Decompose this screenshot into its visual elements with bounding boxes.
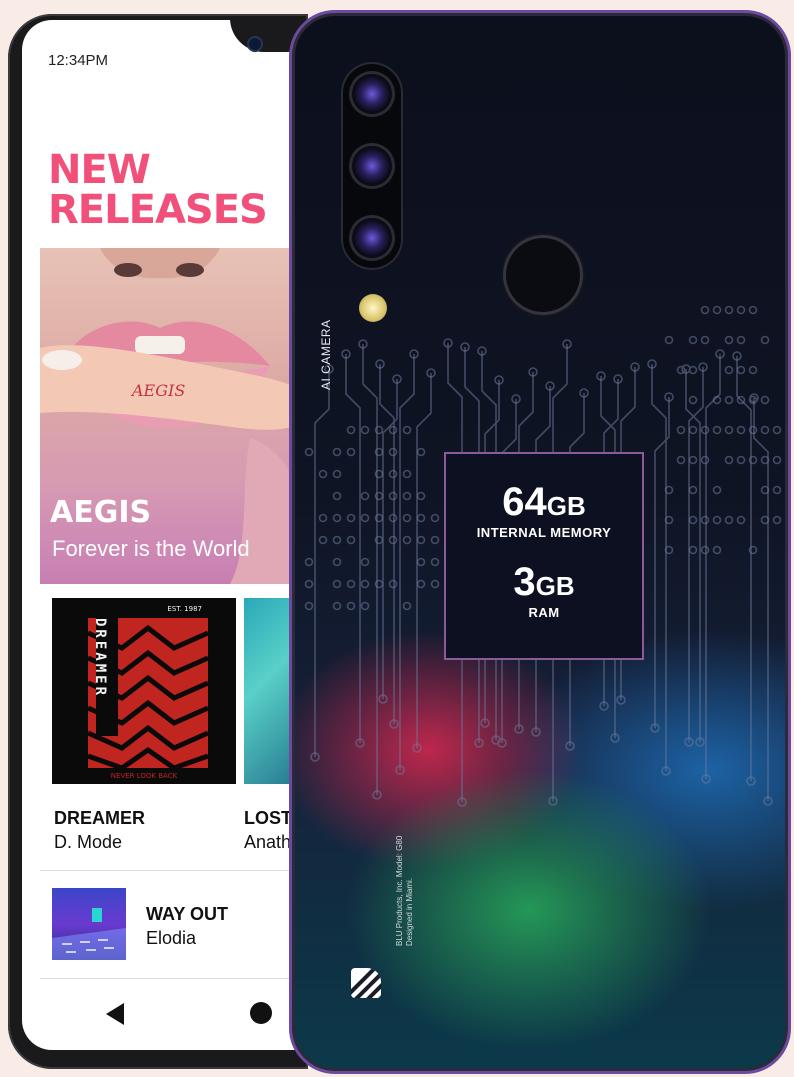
hero-title: AEGIS [50, 495, 152, 530]
flash-icon [359, 294, 387, 322]
back-triangle-icon[interactable] [106, 1003, 124, 1025]
album-artist: D. Mode [54, 832, 123, 852]
album-title: DREAMER [54, 808, 146, 828]
album-art-tag: EST. 1987 [167, 605, 202, 613]
hero-banner[interactable]: AEGIS [40, 248, 310, 584]
camera-lens-icon [352, 74, 392, 114]
album-art-graphic [52, 908, 126, 960]
spec-memory: 64GB [502, 480, 586, 524]
back-phone-body: AI CAMERA 64GB INTERNAL MEMORY 3GB RAM B… [289, 10, 791, 1074]
section-title: NEW RELEASES [48, 147, 268, 233]
album-art-footer: NEVER LOOK BACK [111, 772, 178, 780]
list-divider [40, 870, 310, 871]
front-camera-icon [247, 36, 263, 52]
spec-ram-label: RAM [528, 605, 560, 620]
album-artist: Anath [244, 832, 292, 852]
album-art-dreamer[interactable]: DREAMER EST. 1987 NEVER LOOK BACK [52, 598, 236, 784]
brand-logo-icon [351, 968, 381, 998]
hero-subtitle: Forever is the World [52, 536, 250, 561]
hero-photo: AEGIS [40, 248, 310, 584]
legal-text: BLU Products, Inc. Model: G80 Designed i… [395, 835, 414, 946]
spec-memory-label: INTERNAL MEMORY [476, 525, 612, 540]
finger-ink-text: AEGIS [130, 381, 185, 400]
album-art-title-text: DREAMER [92, 618, 108, 698]
rear-camera-module [341, 62, 403, 270]
album-art-way-out[interactable] [52, 888, 126, 960]
status-time: 12:34PM [48, 52, 109, 69]
home-circle-icon[interactable] [250, 1002, 272, 1024]
camera-lens-icon [352, 218, 392, 258]
album-title: LOST [244, 808, 292, 828]
spec-box: 64GB INTERNAL MEMORY 3GB RAM [444, 452, 644, 660]
fingerprint-sensor-icon [506, 238, 580, 312]
featured-artist: Elodia [146, 928, 197, 948]
ai-camera-label: AI CAMERA [319, 319, 333, 390]
list-divider [40, 978, 310, 979]
spec-ram: 3GB [513, 560, 575, 604]
camera-lens-icon [352, 146, 392, 186]
album-art-graphic: DREAMER EST. 1987 NEVER LOOK BACK [86, 605, 210, 780]
featured-title: WAY OUT [146, 904, 229, 924]
phone-product-photo: 12:34PM NEW RELEASES AEGIS AEGIS Forever… [0, 0, 794, 1077]
